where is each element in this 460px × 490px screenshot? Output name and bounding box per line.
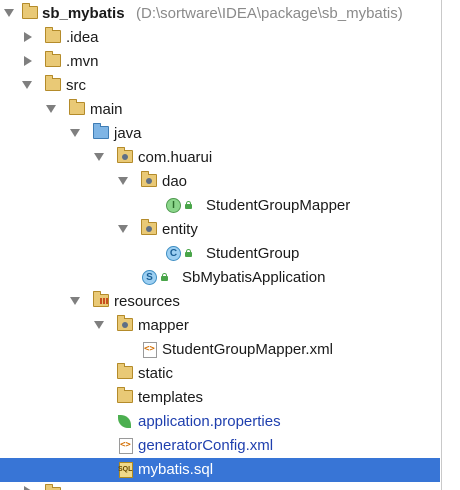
- file-label: StudentGroupMapper: [206, 197, 351, 214]
- resources-folder-icon: [93, 291, 109, 307]
- tree-row-main[interactable]: main: [0, 98, 440, 122]
- folder-label: .mvn: [66, 53, 99, 70]
- collapse-arrow-icon[interactable]: [24, 32, 32, 42]
- tree-row-studentgroupmapper[interactable]: I StudentGroupMapper: [0, 194, 440, 218]
- source-folder-icon: [93, 123, 109, 139]
- tree-row-idea[interactable]: .idea: [0, 26, 440, 50]
- tree-row-java[interactable]: java: [0, 122, 440, 146]
- file-label: generatorConfig.xml: [138, 437, 274, 454]
- tree-row-sbmybatisapplication[interactable]: S SbMybatisApplication: [0, 266, 440, 290]
- tree-row-dao[interactable]: dao: [0, 170, 440, 194]
- folder-label: java: [114, 125, 142, 142]
- expand-arrow-icon[interactable]: [70, 129, 80, 137]
- expand-arrow-icon[interactable]: [94, 153, 104, 161]
- file-label: application.properties: [138, 413, 281, 430]
- folder-label: templates: [138, 389, 204, 406]
- folder-icon: [45, 75, 61, 91]
- spring-leaf-icon: [117, 413, 133, 429]
- package-label: entity: [162, 221, 198, 238]
- expand-arrow-icon[interactable]: [4, 9, 14, 17]
- lock-icon: [184, 249, 192, 257]
- collapse-arrow-icon[interactable]: [24, 56, 32, 66]
- package-icon: [117, 147, 133, 163]
- folder-icon: [69, 99, 85, 115]
- tree-row-mybatis-sql[interactable]: mybatis.sql: [0, 458, 440, 482]
- folder-label: src: [66, 77, 86, 94]
- project-tree: sb_mybatis (D:\sortware\IDEA\package\sb_…: [0, 0, 440, 490]
- package-icon: [141, 219, 157, 235]
- folder-icon: [117, 363, 133, 379]
- tree-row-entity[interactable]: entity: [0, 218, 440, 242]
- tree-row-mvn[interactable]: .mvn: [0, 50, 440, 74]
- panel-divider: [441, 0, 442, 490]
- xml-file-icon: [119, 438, 133, 454]
- folder-icon: [45, 27, 61, 43]
- lock-icon: [184, 201, 192, 209]
- package-label: dao: [162, 173, 188, 190]
- tree-row-mapper[interactable]: mapper: [0, 314, 440, 338]
- tree-row-project[interactable]: sb_mybatis (D:\sortware\IDEA\package\sb_…: [0, 2, 440, 26]
- expand-arrow-icon[interactable]: [118, 225, 128, 233]
- tree-row-templates[interactable]: templates: [0, 386, 440, 410]
- folder-label: static: [138, 365, 174, 382]
- lock-icon: [160, 273, 168, 281]
- collapse-arrow-icon[interactable]: [24, 486, 32, 490]
- file-label: SbMybatisApplication: [182, 269, 326, 286]
- folder-icon: [45, 51, 61, 67]
- tree-row-mapper-xml[interactable]: StudentGroupMapper.xml: [0, 338, 440, 362]
- xml-file-icon: [143, 342, 157, 358]
- project-folder-icon: [22, 3, 38, 19]
- expand-arrow-icon[interactable]: [118, 177, 128, 185]
- project-path: (D:\sortware\IDEA\package\sb_mybatis): [136, 5, 403, 22]
- project-name: sb_mybatis: [42, 5, 125, 22]
- expand-arrow-icon[interactable]: [22, 81, 32, 89]
- expand-arrow-icon[interactable]: [70, 297, 80, 305]
- expand-arrow-icon[interactable]: [94, 321, 104, 329]
- folder-label: resources: [114, 293, 180, 310]
- package-label: mapper: [138, 317, 189, 334]
- folder-label: .idea: [66, 29, 99, 46]
- tree-row-application-properties[interactable]: application.properties: [0, 410, 440, 434]
- class-icon: C: [166, 246, 181, 261]
- tree-row-studentgroup[interactable]: C StudentGroup: [0, 242, 440, 266]
- file-label: StudentGroupMapper.xml: [162, 341, 333, 358]
- tree-row-package[interactable]: com.huarui: [0, 146, 440, 170]
- package-icon: [141, 171, 157, 187]
- interface-icon: I: [166, 198, 181, 213]
- file-label: mybatis.sql: [138, 461, 214, 478]
- tree-row-resources[interactable]: resources: [0, 290, 440, 314]
- expand-arrow-icon[interactable]: [46, 105, 56, 113]
- spring-boot-class-icon: S: [142, 270, 157, 285]
- tree-row-src[interactable]: src: [0, 74, 440, 98]
- sql-file-icon: [118, 462, 133, 478]
- tree-row-generatorconfig[interactable]: generatorConfig.xml: [0, 434, 440, 458]
- package-label: com.huarui: [138, 149, 213, 166]
- tree-row-static[interactable]: static: [0, 362, 440, 386]
- folder-icon: [117, 387, 133, 403]
- file-label: StudentGroup: [206, 245, 300, 262]
- folder-label: main: [90, 101, 123, 118]
- tree-row-partial: [0, 482, 440, 490]
- package-icon: [117, 315, 133, 331]
